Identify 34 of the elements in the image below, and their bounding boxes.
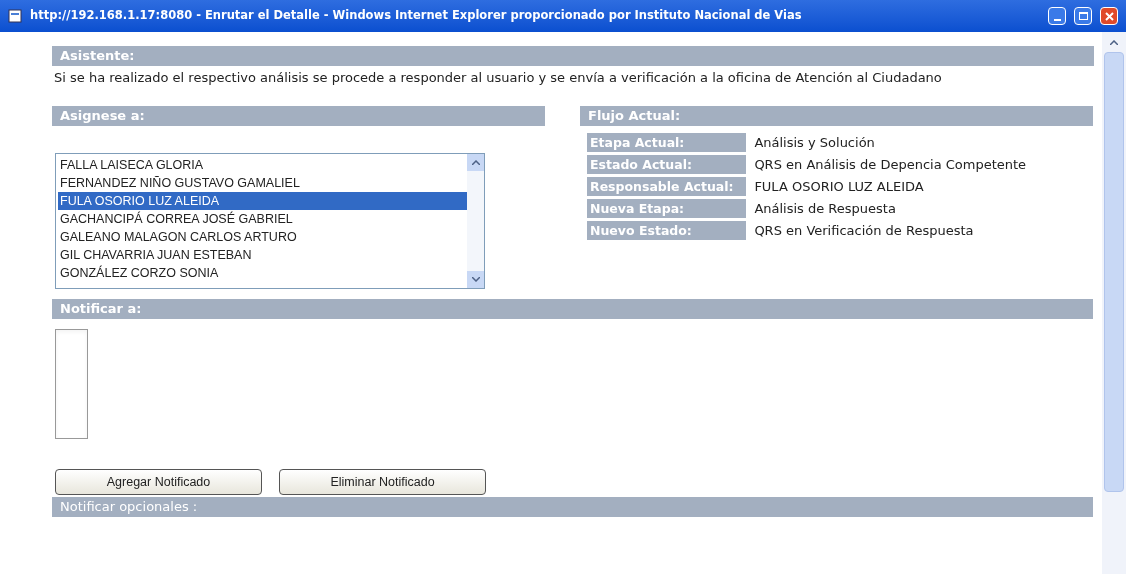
list-item[interactable]: GACHANCIPÁ CORREA JOSÉ GABRIEL <box>58 210 467 228</box>
section-header: Notificar a: <box>52 299 1093 319</box>
scrollbar[interactable] <box>467 154 484 288</box>
field-value: QRS en Verificación de Respuesta <box>754 222 975 240</box>
section-header: Flujo Actual: <box>580 106 1093 126</box>
field-value: Análisis y Solución <box>754 134 876 152</box>
list-item[interactable]: FULA OSORIO LUZ ALEIDA <box>58 192 467 210</box>
field-label: Nuevo Estado: <box>587 221 747 240</box>
list-item[interactable]: FALLA LAISECA GLORIA <box>58 156 467 174</box>
section-header: Asistente: <box>52 46 1094 66</box>
notified-list[interactable] <box>55 329 88 439</box>
list-item[interactable]: FERNANDEZ NIÑO GUSTAVO GAMALIEL <box>58 174 467 192</box>
maximize-button[interactable] <box>1074 7 1092 25</box>
close-button[interactable] <box>1100 7 1118 25</box>
page-icon <box>8 9 22 23</box>
field-label: Nueva Etapa: <box>587 199 747 218</box>
description-text: Si se ha realizado el respectivo análisis se procede a responder al usuario y se envía a verificación a la oficina de Atención al Ciudadano <box>53 70 943 86</box>
scrollbar[interactable] <box>1102 32 1126 574</box>
field-label: Etapa Actual: <box>587 133 747 152</box>
field-value: Análisis de Respuesta <box>754 200 897 218</box>
section-header: Asignese a: <box>52 106 545 126</box>
field-label: Responsable Actual: <box>587 177 747 196</box>
list-item[interactable]: GALEANO MALAGON CARLOS ARTURO <box>58 228 467 246</box>
notify-button[interactable]: Agregar Notificado <box>55 469 262 495</box>
window-title: http://192.168.1.17:8080 - Enrutar el Detalle - Windows Internet Explorer proporcionado por Instituto Nacional de Vias <box>30 7 803 25</box>
field-label: Estado Actual: <box>587 155 747 174</box>
section-header: Notificar opcionales : <box>52 497 1093 517</box>
field-value: QRS en Análisis de Depencia Competente <box>754 156 1028 174</box>
notify-button[interactable]: Eliminar Notificado <box>279 469 486 495</box>
list-item[interactable]: GONZÁLEZ CORZO SONIA <box>58 264 467 282</box>
close-icon <box>1104 11 1114 21</box>
minimize-button[interactable] <box>1048 7 1066 25</box>
field-value: FULA OSORIO LUZ ALEIDA <box>754 178 925 196</box>
list-item[interactable]: GIL CHAVARRIA JUAN ESTEBAN <box>58 246 467 264</box>
